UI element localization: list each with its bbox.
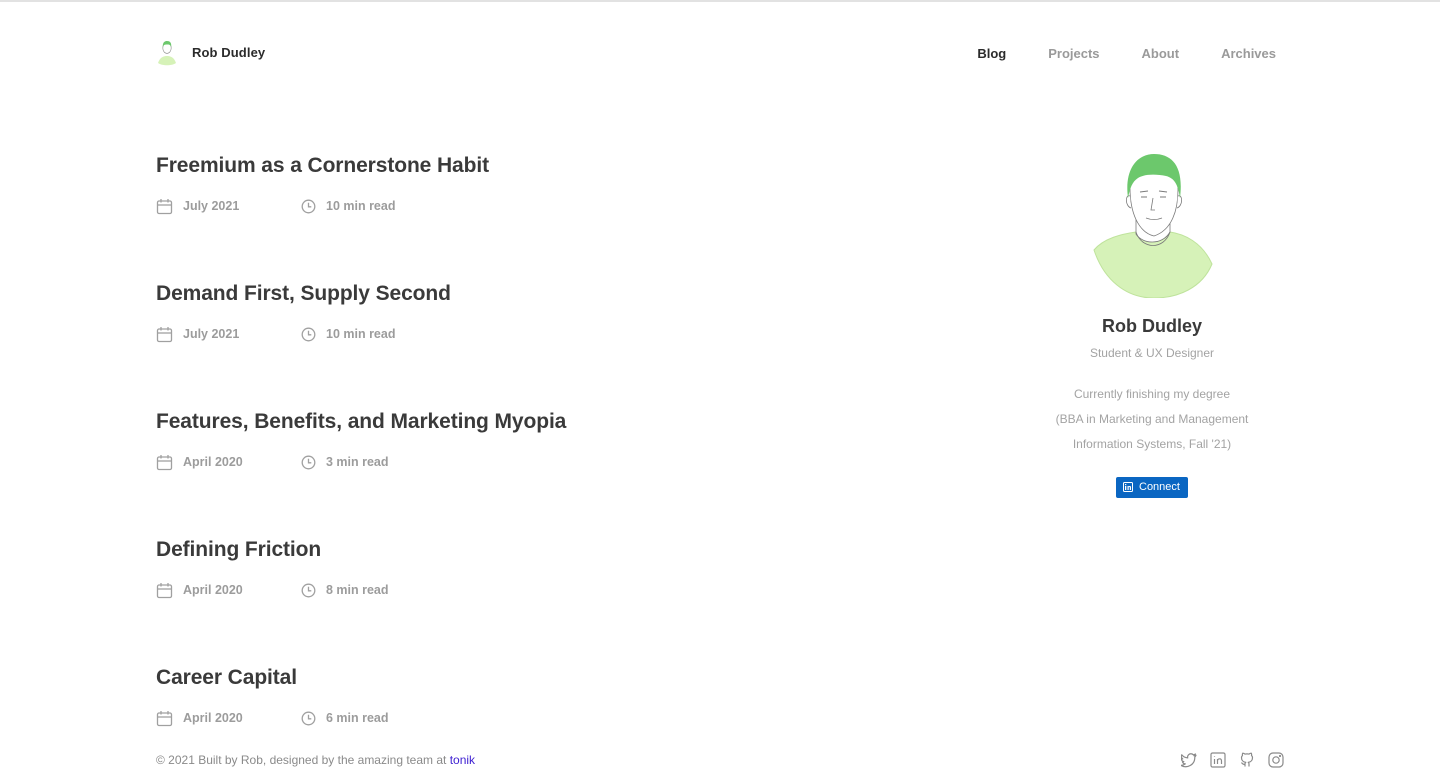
avatar-icon — [158, 41, 176, 66]
connect-label: Connect — [1139, 481, 1180, 493]
post-read-time: 8 min read — [301, 583, 389, 598]
post-read-time: 10 min read — [301, 199, 395, 214]
post-title-link[interactable]: Demand First, Supply Second — [156, 280, 451, 308]
profile-portrait — [1093, 154, 1213, 298]
top-border — [0, 0, 1440, 2]
linkedin-icon — [1123, 482, 1133, 492]
calendar-icon — [156, 582, 173, 598]
footer-tonik-link[interactable]: tonik — [450, 753, 475, 767]
profile-bio-line: Currently finishing my degree — [1073, 387, 1231, 401]
main-nav: Blog Projects About Archives — [977, 46, 1276, 61]
github-link[interactable] — [1239, 752, 1255, 768]
post-date: April 2020 — [156, 710, 301, 727]
post-item: Features, Benefits, and Marketing Myopia… — [156, 408, 856, 536]
post-date: April 2020 — [156, 582, 301, 599]
footer-text: © 2021 Built by Rob, designed by the ama… — [156, 753, 450, 767]
post-date-text: April 2020 — [183, 583, 243, 597]
post-title-link[interactable]: Career Capital — [156, 664, 297, 692]
post-list: Freemium as a Cornerstone Habit July 202… — [156, 152, 856, 780]
post-meta: April 2020 6 min read — [156, 708, 856, 728]
post-meta: July 2021 10 min read — [156, 196, 856, 216]
post-title-link[interactable]: Freemium as a Cornerstone Habit — [156, 152, 489, 180]
clock-icon — [301, 583, 316, 597]
post-item: Defining Friction April 2020 8 min read — [156, 536, 856, 664]
calendar-icon — [156, 198, 173, 214]
linkedin-icon — [1210, 752, 1226, 768]
profile-bio: Currently finishing my degree (BBA in Ma… — [1032, 382, 1272, 457]
twitter-icon — [1181, 753, 1197, 768]
instagram-icon — [1268, 752, 1284, 768]
post-date: July 2021 — [156, 326, 301, 343]
post-read-time-text: 6 min read — [326, 711, 389, 725]
nav-projects[interactable]: Projects — [1048, 46, 1099, 61]
profile-name: Rob Dudley — [1101, 316, 1202, 336]
post-read-time: 6 min read — [301, 711, 389, 726]
linkedin-link[interactable] — [1210, 752, 1226, 768]
post-read-time-text: 10 min read — [326, 327, 396, 341]
post-date: April 2020 — [156, 454, 301, 471]
calendar-icon — [156, 710, 173, 726]
post-read-time: 3 min read — [301, 455, 389, 470]
clock-icon — [301, 199, 316, 213]
clock-icon — [301, 455, 316, 469]
post-date-text: April 2020 — [183, 455, 243, 469]
nav-about[interactable]: About — [1142, 46, 1180, 61]
brand-name: Rob Dudley — [192, 44, 266, 60]
social-links — [1181, 752, 1284, 768]
clock-icon — [301, 711, 316, 725]
calendar-icon — [156, 326, 173, 342]
profile-bio-line: (BBA in Marketing and Management — [1055, 412, 1249, 426]
nav-archives[interactable]: Archives — [1221, 46, 1276, 61]
linkedin-connect-button[interactable]: Connect — [1116, 477, 1188, 498]
post-meta: April 2020 8 min read — [156, 580, 856, 600]
profile-card: Rob Dudley Student & UX Designer Current… — [1032, 152, 1272, 498]
post-date-text: July 2021 — [183, 327, 240, 341]
post-date: July 2021 — [156, 198, 301, 215]
instagram-link[interactable] — [1268, 752, 1284, 768]
post-date-text: April 2020 — [183, 711, 243, 725]
post-read-time-text: 10 min read — [326, 199, 396, 213]
post-title-link[interactable]: Defining Friction — [156, 536, 321, 564]
brand-link[interactable]: Rob Dudley — [156, 38, 265, 66]
post-date-text: July 2021 — [183, 199, 240, 213]
calendar-icon — [156, 454, 173, 470]
github-icon — [1240, 752, 1254, 767]
post-item: Demand First, Supply Second July 2021 10… — [156, 280, 856, 408]
post-item: Freemium as a Cornerstone Habit July 202… — [156, 152, 856, 280]
post-read-time: 10 min read — [301, 327, 395, 342]
clock-icon — [301, 327, 316, 341]
nav-blog[interactable]: Blog — [977, 46, 1006, 61]
twitter-link[interactable] — [1181, 752, 1197, 768]
post-title-link[interactable]: Features, Benefits, and Marketing Myopia — [156, 408, 566, 436]
profile-role: Student & UX Designer — [1089, 346, 1215, 360]
post-meta: April 2020 3 min read — [156, 452, 856, 472]
post-meta: July 2021 10 min read — [156, 324, 856, 344]
profile-bio-line: Information Systems, Fall '21) — [1072, 437, 1232, 451]
footer-credits: © 2021 Built by Rob, designed by the ama… — [156, 753, 475, 767]
post-read-time-text: 3 min read — [326, 455, 389, 469]
post-read-time-text: 8 min read — [326, 583, 389, 597]
